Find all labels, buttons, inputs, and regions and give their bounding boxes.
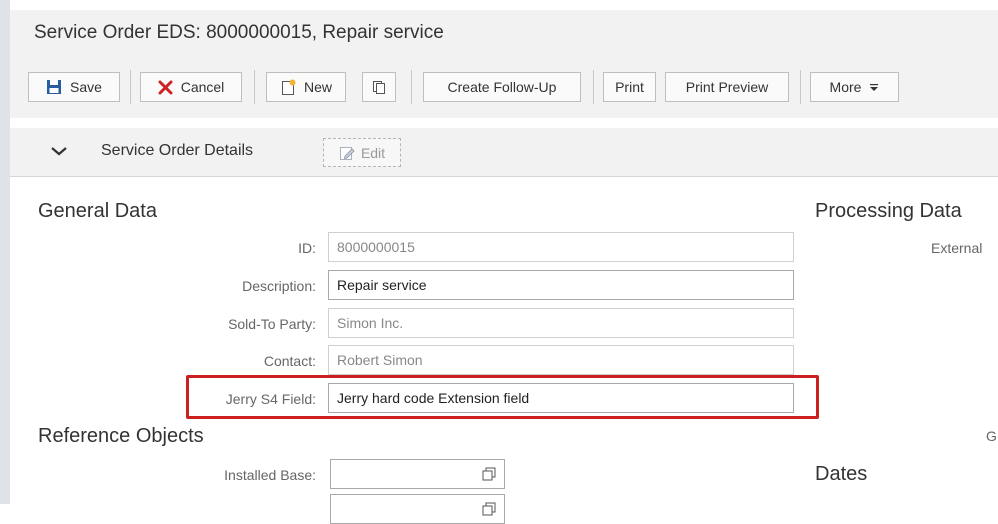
page-title: Service Order EDS: 8000000015, Repair se… [34,22,444,43]
left-border [0,0,10,504]
edit-icon [339,146,355,160]
contact-label: Contact: [263,353,316,369]
id-value: 8000000015 [337,239,415,255]
assignment-block-header: Service Order Details Edit [10,128,998,176]
contact-value: Robert Simon [337,352,423,368]
new-document-icon [281,79,296,95]
dropdown-icon [870,84,879,91]
id-field: 8000000015 [328,232,794,262]
description-label: Description: [242,278,316,294]
toolbar-separator [130,70,131,104]
more-label: More [829,79,862,95]
cancel-button[interactable]: Cancel [140,72,242,102]
dates-heading: Dates [815,463,868,485]
title-bar: Service Order EDS: 8000000015, Repair se… [10,10,998,56]
edit-label: Edit [360,144,386,161]
close-icon [158,80,173,94]
new-button[interactable]: New [266,72,346,102]
sold-to-party-label: Sold-To Party: [228,316,316,332]
g-label: G [986,428,997,444]
new-label: New [303,79,332,95]
save-button[interactable]: Save [28,72,120,102]
cancel-label: Cancel [180,79,225,95]
contact-field: Robert Simon [328,345,794,375]
save-icon [47,80,62,94]
print-preview-button[interactable]: Print Preview [665,72,789,102]
installed-base-field[interactable] [330,459,505,489]
chevron-down-icon[interactable] [50,144,68,158]
print-button[interactable]: Print [603,72,656,102]
reference-objects-heading: Reference Objects [38,425,204,447]
toolbar-separator [800,70,801,104]
installed-base-label: Installed Base: [224,467,316,483]
id-label: ID: [298,240,316,256]
save-label: Save [70,79,102,95]
sold-to-party-value: Simon Inc. [337,315,404,331]
toolbar: Save Cancel New Create Follow-Up Print P… [10,56,998,118]
description-field[interactable]: Repair service [328,270,794,300]
sold-to-party-field: Simon Inc. [328,308,794,338]
copy-icon [373,81,385,94]
value-help-icon[interactable] [482,502,496,516]
toolbar-separator [593,70,594,104]
toolbar-separator [254,70,255,104]
more-button[interactable]: More [810,72,899,102]
value-help-icon[interactable] [482,467,496,481]
create-follow-up-button[interactable]: Create Follow-Up [423,72,581,102]
external-label: External [931,240,983,256]
highlight-box [186,375,819,419]
processing-data-heading: Processing Data [815,200,962,222]
general-data-heading: General Data [38,200,157,222]
toolbar-separator [411,70,412,104]
divider [10,176,998,177]
copy-button[interactable] [362,72,396,102]
edit-button[interactable]: Edit [323,138,401,167]
reference-object-field[interactable] [330,494,505,524]
assignment-block-title: Service Order Details [101,142,254,159]
description-value: Repair service [337,277,427,293]
